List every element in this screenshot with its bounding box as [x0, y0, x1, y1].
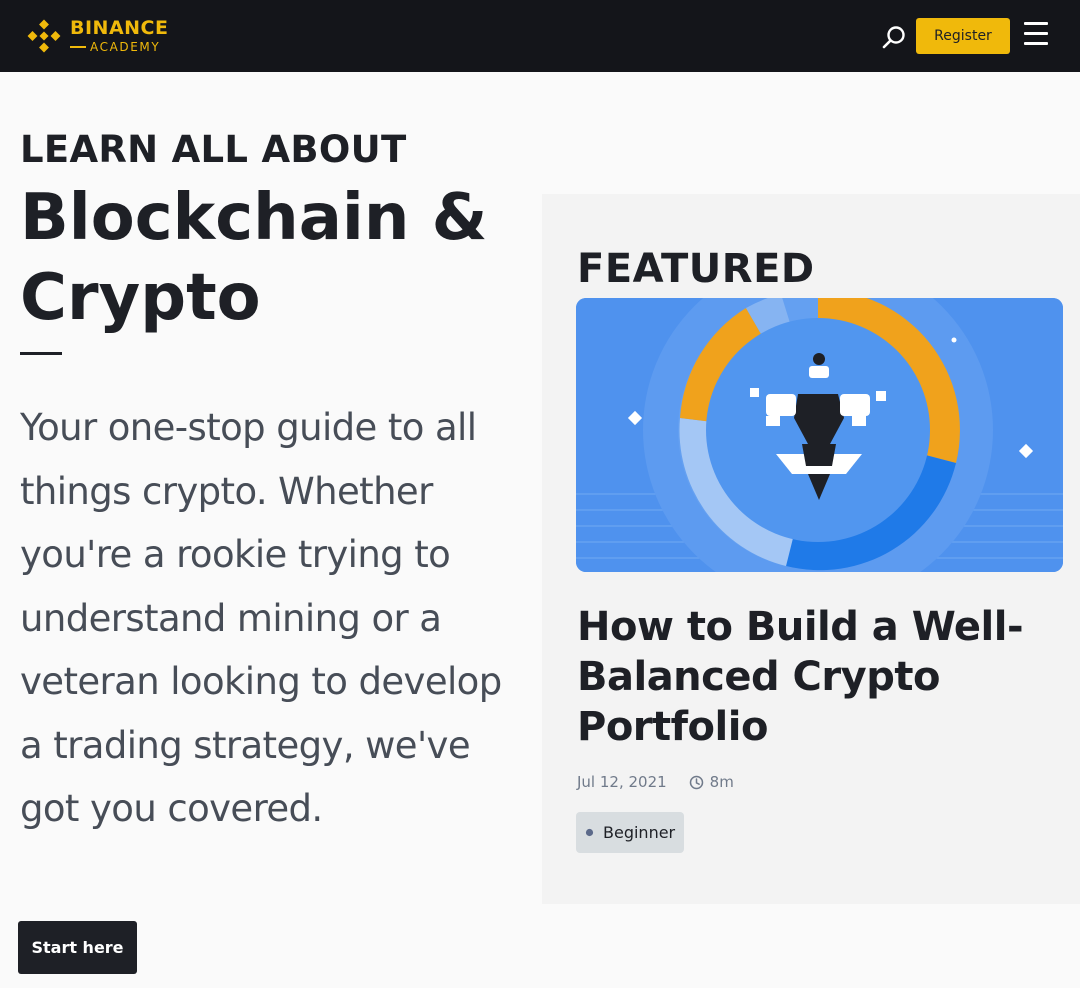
article-level-badge[interactable]: Beginner — [576, 812, 685, 853]
hero-title: Blockchain & Crypto — [20, 181, 488, 335]
hamburger-menu-icon — [1024, 32, 1048, 35]
brand-subtitle: ACADEMY — [70, 41, 168, 53]
search-button[interactable] — [880, 24, 908, 52]
top-navigation-bar: BINANCE ACADEMY Register — [0, 0, 1080, 72]
hero-divider — [20, 352, 62, 355]
brand-name: BINANCE — [70, 17, 169, 39]
binance-logo-icon — [27, 19, 61, 53]
clock-icon — [689, 775, 703, 789]
brand-wordmark: BINANCE ACADEMY — [70, 17, 169, 54]
article-date: Jul 12, 2021 — [577, 773, 667, 791]
featured-article-title[interactable]: How to Build a Well-Balanced Crypto Port… — [577, 602, 1067, 752]
article-meta: Jul 12, 2021 8m — [577, 773, 734, 791]
meditating-figure-donut-chart-illustration — [576, 298, 1063, 572]
featured-section-label: FEATURED — [577, 246, 815, 292]
hero-description: Your one-stop guide to all things crypto… — [20, 406, 502, 830]
start-here-button[interactable]: Start here — [18, 921, 137, 974]
hamburger-menu-icon — [1024, 42, 1048, 45]
register-button[interactable]: Register — [916, 18, 1010, 54]
hero-kicker: LEARN ALL ABOUT — [20, 128, 407, 171]
level-dot-icon — [585, 828, 594, 837]
article-level-label: Beginner — [603, 823, 676, 842]
hamburger-menu-icon — [1024, 22, 1048, 25]
binance-academy-logo-link[interactable]: BINANCE ACADEMY — [26, 16, 168, 56]
article-read-time: 8m — [709, 773, 734, 791]
hamburger-menu-button[interactable] — [1024, 22, 1050, 48]
featured-article-image[interactable] — [576, 298, 1063, 572]
search-icon — [882, 26, 905, 49]
